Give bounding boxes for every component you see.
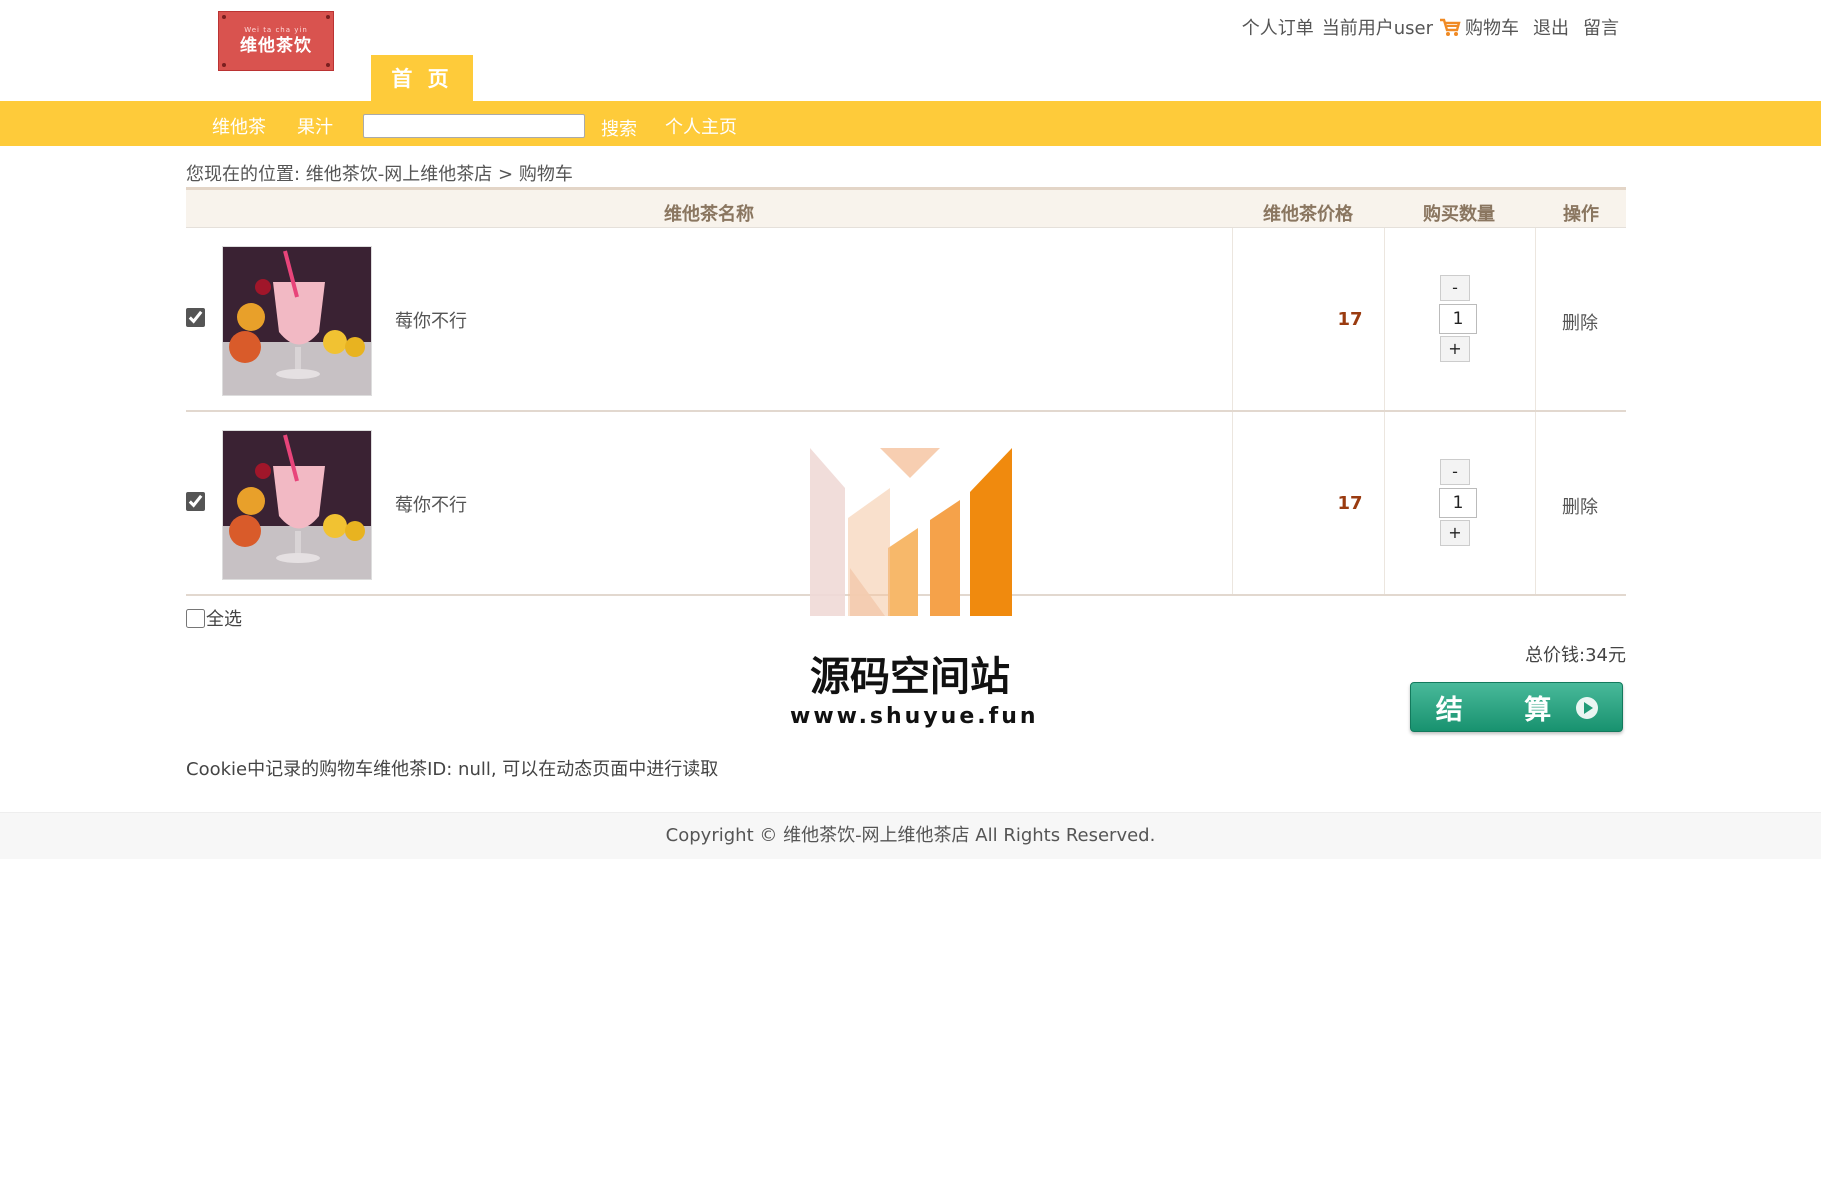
watermark-url: www.shuyue.fun: [790, 704, 1039, 729]
logo-title: 维他茶饮: [240, 35, 312, 56]
logo-dot: [222, 15, 226, 19]
orders-link[interactable]: 个人订单: [1242, 14, 1314, 40]
breadcrumb-home[interactable]: 维他茶饮-网上维他茶店: [306, 164, 493, 185]
breadcrumb-current: 购物车: [518, 164, 573, 185]
select-all[interactable]: 全选: [186, 605, 242, 631]
quantity-input[interactable]: [1439, 304, 1477, 334]
cart-link[interactable]: 购物车: [1465, 14, 1519, 40]
breadcrumb-separator: >: [492, 164, 519, 185]
site-logo[interactable]: Wei ta cha yin 维他茶饮: [218, 11, 334, 71]
checkout-button[interactable]: 结 算: [1410, 682, 1623, 732]
header-quantity: 购买数量: [1423, 204, 1495, 225]
play-arrow-icon: [1576, 697, 1598, 719]
top-links: 个人订单 当前用户user 购物车 退出 留言: [1242, 14, 1619, 40]
logo-dot: [326, 15, 330, 19]
logo-subtitle: Wei ta cha yin: [244, 25, 308, 34]
row-checkbox[interactable]: [186, 492, 205, 511]
logout-link[interactable]: 退出: [1533, 14, 1569, 40]
header-price: 维他茶价格: [1263, 204, 1353, 225]
increase-button[interactable]: +: [1440, 520, 1470, 546]
watermark-logo-icon: [810, 448, 1012, 616]
breadcrumb: 您现在的位置: 维他茶饮-网上维他茶店 > 购物车: [186, 160, 573, 186]
increase-button[interactable]: +: [1440, 336, 1470, 362]
product-price: 17: [1337, 309, 1363, 330]
row-checkbox[interactable]: [186, 308, 205, 327]
current-user-label: 当前用户user: [1321, 18, 1433, 39]
search-input[interactable]: [363, 114, 585, 138]
header-name: 维他茶名称: [664, 204, 754, 225]
message-link[interactable]: 留言: [1583, 14, 1619, 40]
nav-bar: 维他茶 果汁 搜索 个人主页: [0, 101, 1821, 146]
watermark: 源码空间站 www.shuyue.fun: [790, 448, 1039, 738]
header: Wei ta cha yin 维他茶饮 首 页 个人订单 当前用户user 购物…: [0, 0, 1821, 101]
cart-icon[interactable]: [1439, 17, 1461, 37]
search-button[interactable]: 搜索: [601, 115, 637, 141]
product-image[interactable]: [222, 430, 372, 580]
decrease-button[interactable]: -: [1440, 459, 1470, 485]
delete-link[interactable]: 删除: [1562, 493, 1598, 519]
nav-item-vita-tea[interactable]: 维他茶: [212, 113, 266, 139]
product-name[interactable]: 莓你不行: [395, 307, 467, 333]
cookie-note: Cookie中记录的购物车维他茶ID: null, 可以在动态页面中进行读取: [186, 759, 719, 780]
nav-item-profile[interactable]: 个人主页: [665, 113, 737, 139]
product-name[interactable]: 莓你不行: [395, 491, 467, 517]
select-all-label: 全选: [206, 609, 242, 630]
nav-item-juice[interactable]: 果汁: [297, 113, 333, 139]
total-price: 总价钱:34元: [1525, 645, 1626, 666]
breadcrumb-prefix: 您现在的位置:: [186, 164, 306, 185]
decrease-button[interactable]: -: [1440, 275, 1470, 301]
logo-dot: [222, 63, 226, 67]
watermark-title: 源码空间站: [810, 654, 1010, 700]
checkout-label: 结 算: [1435, 694, 1578, 726]
select-all-checkbox[interactable]: [186, 608, 205, 628]
table-row: 莓你不行 17 - + 删除: [186, 228, 1626, 412]
tab-home[interactable]: 首 页: [371, 55, 473, 101]
delete-link[interactable]: 删除: [1562, 309, 1598, 335]
table-header: 维他茶名称 维他茶价格 购买数量 操作: [186, 187, 1626, 228]
footer: Copyright © 维他茶饮-网上维他茶店 All Rights Reser…: [0, 812, 1821, 859]
product-image[interactable]: [222, 246, 372, 396]
product-price: 17: [1337, 493, 1363, 514]
header-action: 操作: [1563, 204, 1599, 225]
logo-dot: [326, 63, 330, 67]
quantity-input[interactable]: [1439, 488, 1477, 518]
